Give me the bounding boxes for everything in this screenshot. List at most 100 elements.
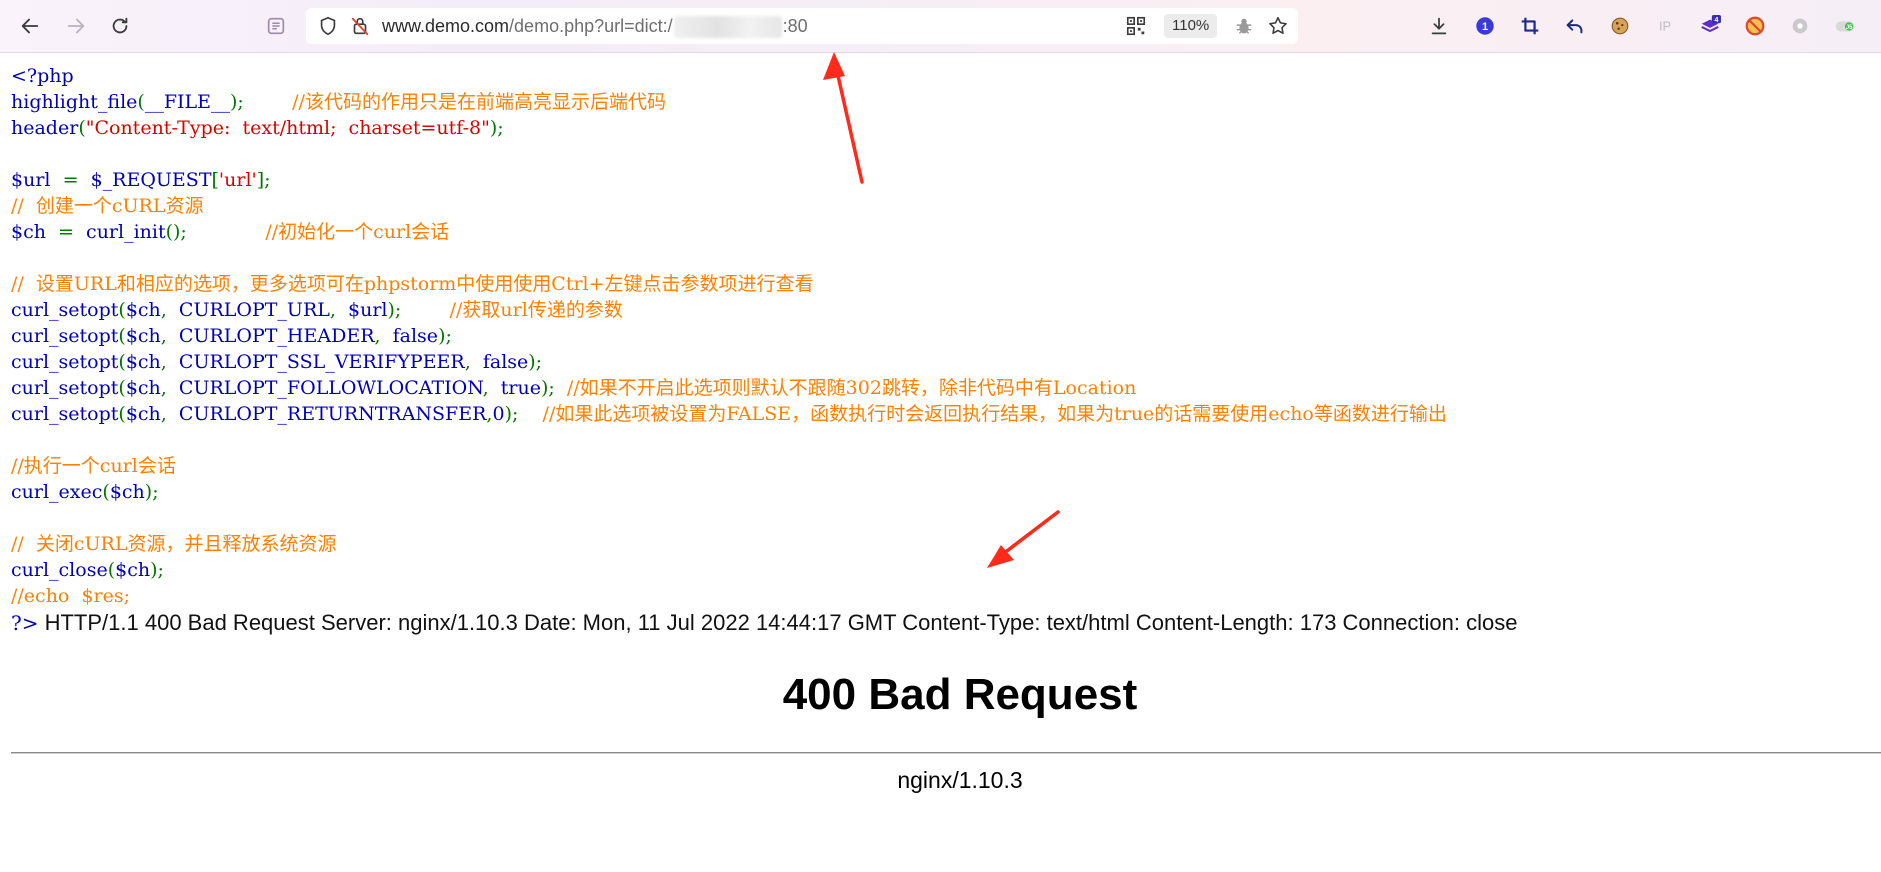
code-token: <?php — [11, 65, 74, 87]
code-token: = — [58, 221, 87, 243]
code-token: curl_close — [11, 559, 108, 581]
code-comment: //如果此选项被设置为FALSE，函数执行时会返回执行结果，如果为true的话需… — [542, 403, 1447, 425]
password-manager-icon[interactable]: 1 — [1471, 12, 1499, 40]
code-token: curl_setopt — [11, 351, 119, 373]
gear-icon[interactable] — [1786, 12, 1814, 40]
code-token: false — [392, 325, 439, 347]
code-token: __FILE__ — [144, 91, 231, 113]
code-token: $ch — [125, 299, 161, 321]
cookie-icon[interactable] — [1606, 12, 1634, 40]
code-comment: //该代码的作用只是在前端高亮显示后端代码 — [292, 91, 666, 113]
code-token: , — [464, 351, 483, 373]
star-icon[interactable] — [1264, 12, 1292, 40]
reload-icon[interactable] — [106, 12, 134, 40]
php-close-tag: ?> — [11, 611, 39, 635]
code-token: false — [482, 351, 529, 373]
code-token: $ch — [11, 221, 59, 243]
address-bar[interactable]: www.demo.com/demo.php?url=dict:/ :80 110% — [306, 8, 1298, 44]
layers-icon[interactable]: 4 — [1696, 12, 1724, 40]
code-line: highlight_file(__FILE__); //该代码的作用只是在前端高… — [11, 89, 1447, 115]
http-response-text: ?> HTTP/1.1 400 Bad Request Server: ngin… — [11, 609, 1517, 637]
code-token: ); — [489, 117, 504, 139]
code-token: , — [482, 377, 501, 399]
code-line: curl_setopt($ch, CURLOPT_SSL_VERIFYPEER,… — [11, 349, 1447, 375]
error-title: 400 Bad Request — [782, 670, 1138, 719]
code-token: ); — [540, 377, 567, 399]
reader-mode-icon[interactable] — [262, 12, 290, 40]
code-token: ); — [144, 481, 159, 503]
code-token: header — [11, 117, 79, 139]
code-token: CURLOPT_HEADER — [178, 325, 375, 347]
code-token: $ch — [109, 481, 145, 503]
code-comment: //echo $res; — [11, 585, 131, 607]
code-line: // 设置URL和相应的选项，更多选项可在phpstorm中使用使用Ctrl+左… — [11, 271, 1447, 297]
code-token: ( — [118, 351, 126, 373]
code-line: // 关闭cURL资源，并且释放系统资源 — [11, 531, 1447, 557]
code-token: $ch — [125, 351, 161, 373]
code-token: , — [329, 299, 348, 321]
code-token: true — [500, 377, 541, 399]
code-line: header("Content-Type: text/html; charset… — [11, 115, 1447, 141]
download-icon[interactable] — [1425, 12, 1453, 40]
back-arrow-icon[interactable] — [16, 12, 44, 40]
url-text[interactable]: www.demo.com/demo.php?url=dict:/ :80 — [382, 8, 808, 44]
code-token: ( — [118, 403, 126, 425]
code-token: curl_exec — [11, 481, 103, 503]
code-token: , — [160, 377, 179, 399]
code-token: , — [160, 325, 179, 347]
code-string: "Content-Type: text/html; charset=utf-8" — [85, 117, 490, 139]
code-token: $ch — [125, 377, 161, 399]
code-token: curl_setopt — [11, 403, 119, 425]
zoom-level[interactable]: 110% — [1164, 14, 1218, 38]
code-token: $url — [348, 299, 388, 321]
code-token: $ch — [125, 325, 161, 347]
browser-toolbar: www.demo.com/demo.php?url=dict:/ :80 110%… — [0, 0, 1881, 53]
undo-icon[interactable] — [1561, 12, 1589, 40]
code-comment: //获取url传递的参数 — [449, 299, 623, 321]
svg-text:J5: J5 — [1846, 25, 1853, 31]
code-token: ( — [118, 377, 126, 399]
url-path: /demo.php?url=dict:/ — [509, 16, 673, 36]
qr-code-icon[interactable] — [1122, 12, 1150, 40]
code-token: ( — [102, 481, 110, 503]
code-token: ); — [387, 299, 450, 321]
code-token: CURLOPT_URL — [178, 299, 330, 321]
svg-text:IP: IP — [1659, 19, 1671, 34]
code-line: $ch = curl_init(); //初始化一个curl会话 — [11, 219, 1447, 245]
code-comment: //初始化一个curl会话 — [265, 221, 450, 243]
code-token: ); — [528, 351, 543, 373]
code-line: //echo $res; — [11, 583, 1447, 609]
code-comment: // 创建一个cURL资源 — [11, 195, 204, 217]
redacted-ip — [673, 16, 782, 39]
shield-icon[interactable] — [314, 12, 342, 40]
code-line: curl_exec($ch); — [11, 479, 1447, 505]
bug-icon[interactable] — [1230, 12, 1258, 40]
code-token: ]; — [256, 169, 271, 191]
url-port: :80 — [782, 16, 808, 36]
code-token: = — [62, 169, 91, 191]
code-token: , — [160, 403, 179, 425]
code-token: , — [160, 351, 179, 373]
code-token: $url — [11, 169, 63, 191]
url-host: www.demo.com — [382, 16, 510, 36]
toggle-icon[interactable]: J5 — [1831, 12, 1859, 40]
code-token: CURLOPT_RETURNTRANSFER — [178, 403, 487, 425]
crop-icon[interactable] — [1516, 12, 1544, 40]
code-token: [ — [211, 169, 219, 191]
ip-icon[interactable]: IP — [1651, 12, 1679, 40]
code-line: <?php — [11, 63, 1447, 89]
code-line: curl_close($ch); — [11, 557, 1447, 583]
code-token: ); — [438, 325, 452, 347]
code-token: curl_setopt — [11, 325, 119, 347]
tracking-protection-icon[interactable] — [346, 12, 374, 40]
forward-arrow-icon[interactable] — [62, 12, 90, 40]
block-icon[interactable] — [1741, 12, 1769, 40]
response-headers: HTTP/1.1 400 Bad Request Server: nginx/1… — [44, 610, 1518, 635]
code-string: 'url' — [218, 169, 257, 191]
code-token: ); — [230, 91, 293, 113]
code-token: curl_init — [86, 221, 166, 243]
